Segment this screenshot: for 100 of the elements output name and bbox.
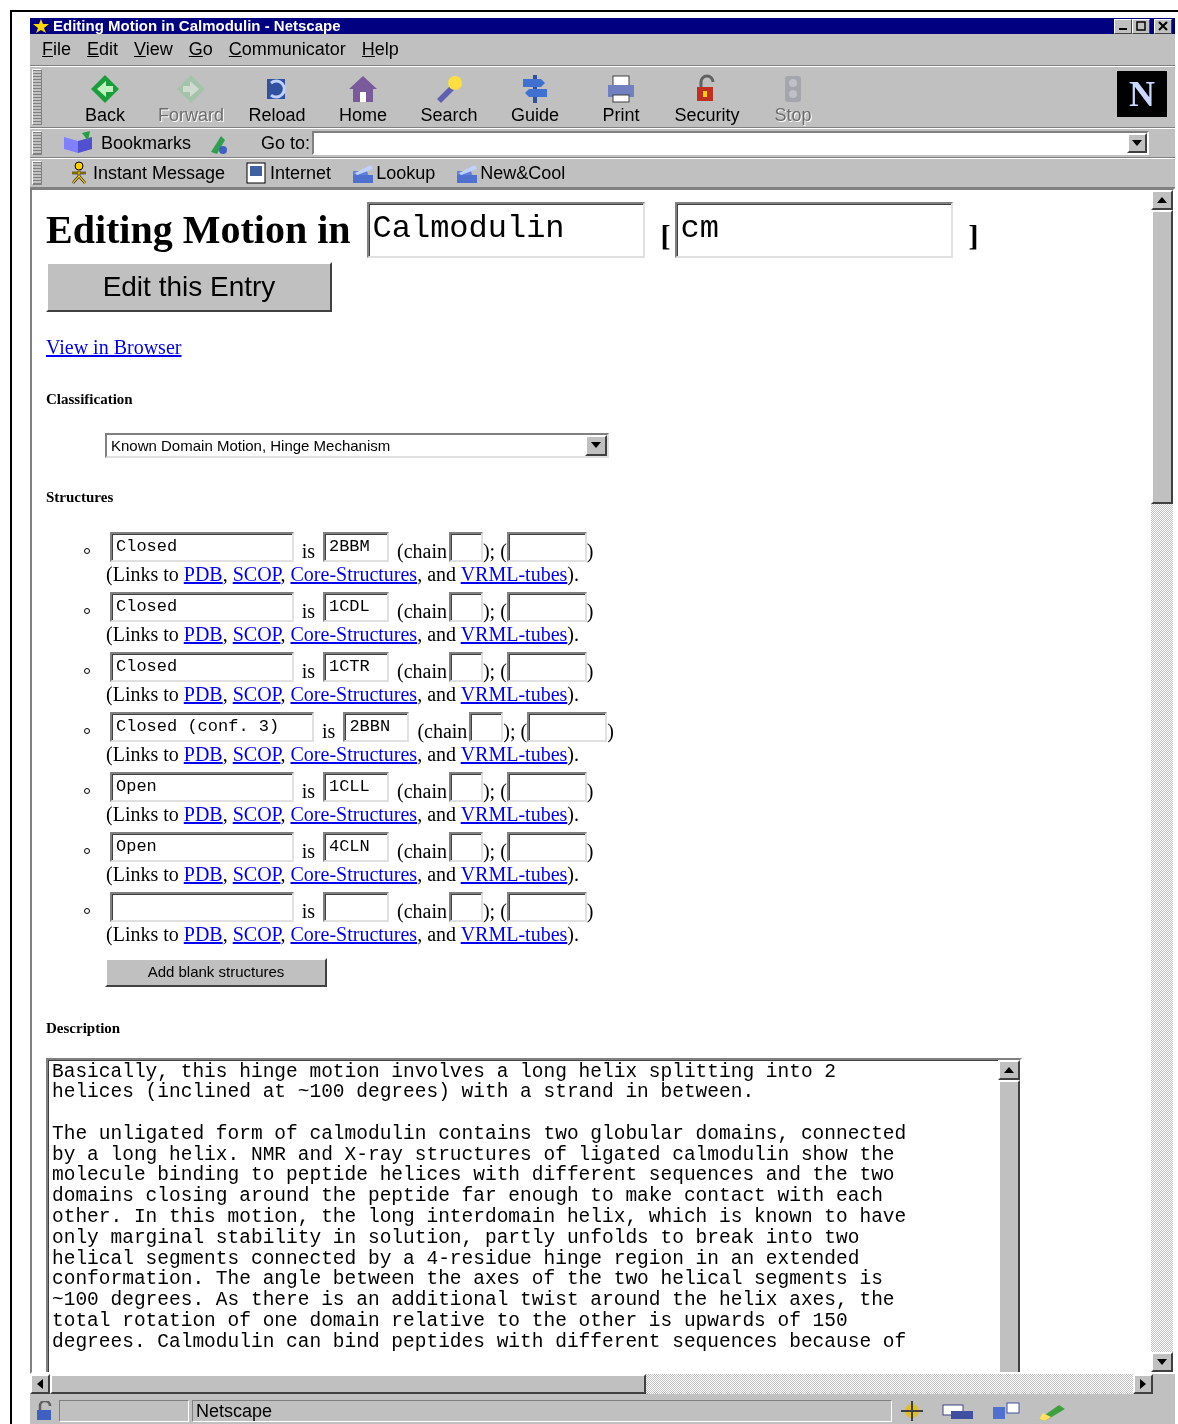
pdb-id-field[interactable]: 2BBN <box>343 712 410 742</box>
link[interactable]: SCOP <box>232 563 281 585</box>
link[interactable]: PDB <box>183 803 223 825</box>
extra-field[interactable] <box>506 532 587 562</box>
link[interactable]: Core-Structures <box>290 563 418 585</box>
goto-label: Go to: <box>261 131 311 155</box>
add-blank-structures-button[interactable]: Add blank structures <box>105 958 327 987</box>
links-sentence: (Links to PDB, SCOP, Core-Structures, and VRML-tubes). <box>106 923 580 948</box>
guide-button[interactable]: Guide <box>492 71 578 127</box>
link[interactable]: PDB <box>183 623 223 645</box>
scroll-left-button[interactable] <box>30 1374 50 1394</box>
link[interactable]: PDB <box>183 863 223 885</box>
link[interactable]: PDB <box>183 743 223 765</box>
up-arrow-icon <box>1004 1066 1014 1073</box>
chain-field[interactable] <box>448 592 483 622</box>
link[interactable]: SCOP <box>232 683 281 705</box>
state-field[interactable]: Open <box>110 772 294 802</box>
close-button[interactable] <box>1154 18 1172 34</box>
pdb-id-field[interactable]: 1CLL <box>322 772 389 802</box>
extra-field[interactable] <box>527 712 608 742</box>
chain-field[interactable] <box>469 712 504 742</box>
pdb-id-field[interactable]: 2BBM <box>322 532 389 562</box>
pdb-id-field[interactable]: 4CLN <box>322 832 389 862</box>
toolbar-link[interactable]: Instant Message <box>62 159 232 187</box>
pdb-id-field[interactable]: 1CDL <box>322 592 389 622</box>
toolbar-link[interactable]: Lookup <box>345 159 442 187</box>
state-field[interactable]: Closed <box>110 592 294 622</box>
links-sentence: (Links to PDB, SCOP, Core-Structures, and VRML-tubes). <box>106 623 580 648</box>
scrollbar[interactable] <box>1151 190 1173 1372</box>
menu-item[interactable]: View <box>126 36 181 63</box>
link[interactable]: Core-Structures <box>290 863 418 885</box>
toolbar-grip[interactable] <box>32 161 42 185</box>
home-button[interactable]: Home <box>320 71 406 127</box>
description-field[interactable] <box>46 1057 1022 1372</box>
back-button[interactable]: Back <box>62 71 148 127</box>
menu-item[interactable]: Communicator <box>220 36 354 63</box>
pdb-id-field[interactable] <box>322 892 389 922</box>
state-field[interactable] <box>110 892 294 922</box>
link[interactable]: SCOP <box>232 623 281 645</box>
caret-icon <box>1132 140 1142 146</box>
search-button[interactable]: Search <box>406 71 492 127</box>
pdb-id-field[interactable]: 1CTR <box>322 652 389 682</box>
scrollbar[interactable] <box>30 1374 1153 1394</box>
state-field[interactable]: Closed <box>110 532 294 562</box>
scroll-down-button[interactable] <box>1151 1352 1173 1372</box>
link[interactable]: SCOP <box>232 863 281 885</box>
window-title: Editing Motion in Calmodulin - Netscape <box>53 18 341 34</box>
toolbar-link[interactable]: Internet <box>239 159 338 187</box>
link[interactable]: Core-Structures <box>290 743 418 765</box>
toolbar-grip[interactable] <box>32 131 42 155</box>
menu-item[interactable]: Help <box>353 36 407 63</box>
link[interactable]: Core-Structures <box>290 803 418 825</box>
security-button[interactable]: Security <box>664 71 750 127</box>
extra-field[interactable] <box>506 652 587 682</box>
link[interactable]: PDB <box>183 563 223 585</box>
location-field[interactable] <box>312 131 1149 155</box>
state-field[interactable]: Closed (conf. 3) <box>110 712 315 742</box>
link[interactable]: SCOP <box>232 803 281 825</box>
extra-field[interactable] <box>506 772 587 802</box>
abbreviation-field[interactable]: cm <box>674 202 953 258</box>
scroll-up-button[interactable] <box>1151 190 1173 210</box>
extra-field[interactable] <box>506 592 587 622</box>
bookmarks-button[interactable]: Bookmarks <box>46 129 198 157</box>
chain-field[interactable] <box>448 772 483 802</box>
scroll-right-button[interactable] <box>1133 1374 1153 1394</box>
link[interactable]: PDB <box>183 923 223 945</box>
name-field[interactable]: Calmodulin <box>366 202 645 258</box>
chain-field[interactable] <box>448 652 483 682</box>
link[interactable]: SCOP <box>232 743 281 765</box>
link[interactable]: Core-Structures <box>290 923 418 945</box>
link[interactable]: Core-Structures <box>290 683 418 705</box>
separator-text: ); ( <box>482 660 507 682</box>
netscape-logo[interactable]: N <box>1117 71 1167 117</box>
chain-field[interactable] <box>448 832 483 862</box>
view-in-browser-link[interactable]: View in Browser <box>46 336 182 358</box>
reload-button[interactable]: Reload <box>234 71 320 127</box>
separator-text: ); ( <box>482 540 507 562</box>
state-field[interactable]: Open <box>110 832 294 862</box>
print-button[interactable]: Print <box>578 71 664 127</box>
toolbar-grip[interactable] <box>32 69 42 125</box>
minimize-button[interactable] <box>1114 18 1132 34</box>
classification-select[interactable]: Known Domain Motion, Hinge Mechanism <box>105 432 609 458</box>
toolbar-link[interactable]: New&Cool <box>449 159 572 187</box>
extra-field[interactable] <box>506 832 587 862</box>
chain-field[interactable] <box>448 532 483 562</box>
link[interactable]: Core-Structures <box>290 623 418 645</box>
menu-item[interactable]: File <box>34 36 79 63</box>
link[interactable]: PDB <box>183 683 223 705</box>
edit-entry-button[interactable]: Edit this Entry <box>46 262 332 312</box>
scroll-up-button[interactable] <box>998 1059 1020 1080</box>
scrollbar-thumb[interactable] <box>1151 210 1173 504</box>
state-field[interactable]: Closed <box>110 652 294 682</box>
link[interactable]: SCOP <box>232 923 281 945</box>
chain-field[interactable] <box>448 892 483 922</box>
menu-item[interactable]: Edit <box>79 36 127 63</box>
dropdown-button[interactable] <box>1127 133 1147 153</box>
scrollbar-thumb[interactable] <box>50 1374 646 1394</box>
maximize-button[interactable] <box>1132 18 1150 34</box>
extra-field[interactable] <box>506 892 587 922</box>
menu-item[interactable]: Go <box>180 36 221 63</box>
